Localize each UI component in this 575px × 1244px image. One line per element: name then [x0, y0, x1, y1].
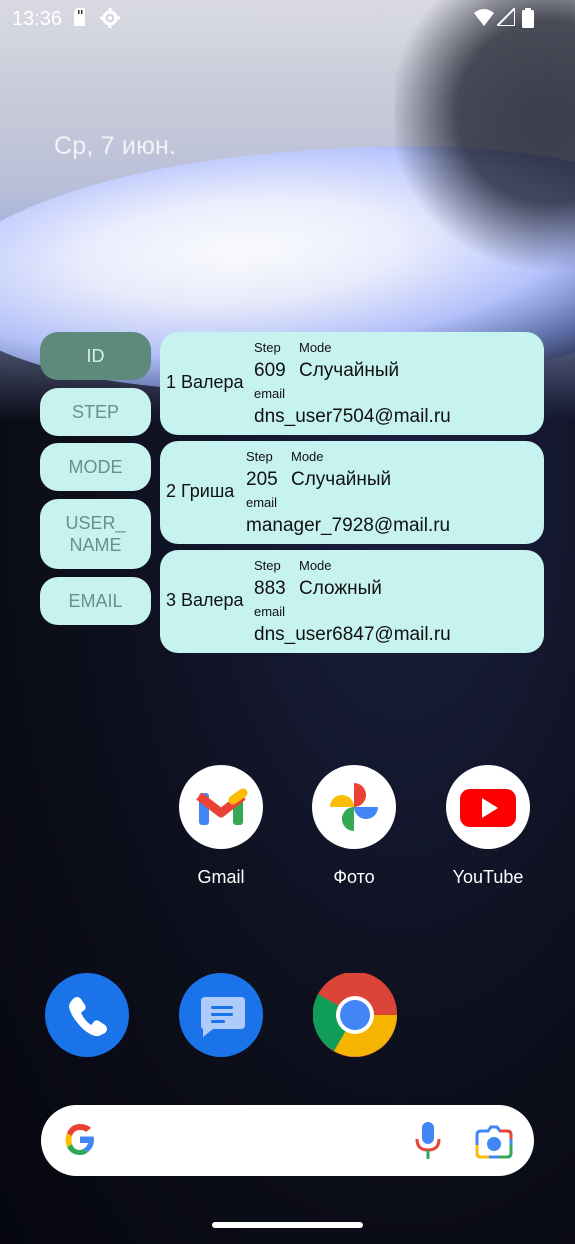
lens-icon[interactable]: [475, 1123, 513, 1164]
user-name-button[interactable]: USER_ NAME: [40, 499, 151, 569]
status-time: 13:36: [12, 8, 63, 30]
phone-icon[interactable]: [45, 973, 129, 1057]
app-label: Фото: [333, 867, 375, 887]
youtube-icon: [446, 765, 530, 849]
email-label: email: [254, 604, 286, 619]
mode-value: Случайный: [299, 360, 400, 381]
mode-value: Сложный: [299, 578, 382, 599]
chrome-icon[interactable]: [312, 971, 398, 1057]
app-photos[interactable]: Фото: [294, 765, 414, 888]
gmail-icon: [179, 765, 263, 849]
user-card[interactable]: 2 Гриша Step Mode 205 Случайный email ma…: [160, 441, 544, 544]
id-button[interactable]: ID: [40, 332, 151, 380]
step-label: Step: [254, 340, 281, 355]
mode-button[interactable]: MODE: [40, 443, 151, 491]
email-value: manager_7928@mail.ru: [246, 515, 451, 536]
card-id-name: 1 Валера: [166, 372, 244, 392]
mode-value: Случайный: [291, 469, 392, 490]
step-label: Step: [254, 558, 281, 573]
app-label: Gmail: [197, 867, 245, 887]
email-button[interactable]: EMAIL: [40, 577, 151, 625]
date-widget[interactable]: Ср, 7 июн.: [54, 132, 176, 161]
step-button[interactable]: STEP: [40, 388, 151, 436]
wifi-icon: [474, 8, 494, 31]
battery-icon: [522, 8, 534, 33]
card-id-name: 3 Валера: [166, 590, 244, 610]
user-card[interactable]: 3 Валера Step Mode 883 Сложный email dns…: [160, 550, 544, 653]
user-card[interactable]: 1 Валера Step Mode 609 Случайный email d…: [160, 332, 544, 435]
email-label: email: [254, 386, 286, 401]
email-label: email: [246, 495, 278, 510]
step-value: 609: [254, 360, 286, 381]
app-youtube[interactable]: YouTube: [428, 765, 548, 888]
step-label: Step: [246, 449, 273, 464]
app-label: YouTube: [452, 867, 524, 887]
step-value: 883: [254, 578, 286, 599]
mode-label: Mode: [299, 340, 332, 355]
card-id-name: 2 Гриша: [166, 481, 235, 501]
signal-icon: [494, 5, 516, 31]
status-bar: 13:36: [0, 0, 575, 36]
mode-label: Mode: [291, 449, 324, 464]
google-g-icon: [63, 1123, 97, 1162]
step-value: 205: [246, 469, 278, 490]
mic-icon[interactable]: [413, 1121, 443, 1166]
app-gmail[interactable]: Gmail: [161, 765, 281, 888]
photos-icon: [312, 765, 396, 849]
gesture-bar[interactable]: [212, 1222, 363, 1228]
messages-icon[interactable]: [179, 973, 263, 1057]
search-bar[interactable]: [41, 1105, 534, 1176]
sd-card-icon: [74, 8, 88, 31]
email-value: dns_user7504@mail.ru: [254, 406, 451, 427]
settings-icon: [100, 8, 120, 33]
mode-label: Mode: [299, 558, 332, 573]
email-value: dns_user6847@mail.ru: [254, 624, 451, 645]
